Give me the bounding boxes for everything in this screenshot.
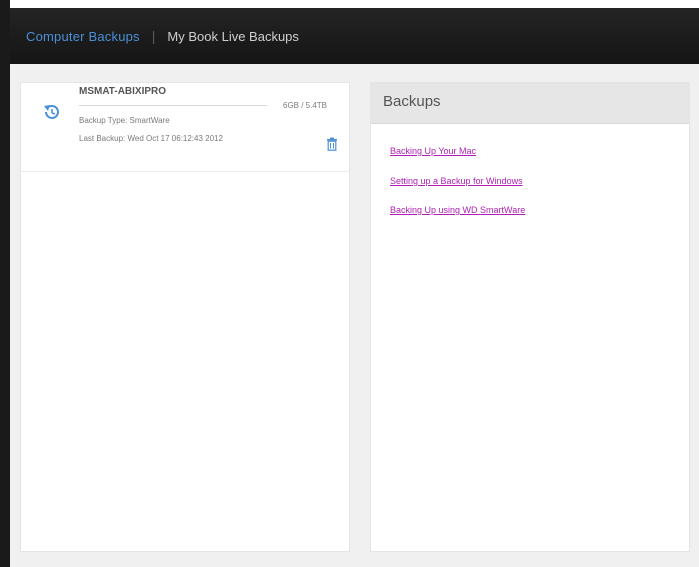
backup-type: Backup Type: SmartWare [79,116,170,125]
top-nav: Computer Backups | My Book Live Backups [10,8,699,64]
window: Computer Backups | My Book Live Backups … [0,0,699,567]
device-list-panel: MSMAT-ABIXIPRO 6GB / 5.4TB Backup Type: … [20,82,350,552]
tab-my-book-live-backups[interactable]: My Book Live Backups [167,29,299,44]
device-name: MSMAT-ABIXIPRO [79,86,167,97]
link-backup-smartware[interactable]: Backing Up using WD SmartWare [390,205,525,215]
trash-icon[interactable] [326,137,338,151]
backup-history-icon [41,101,63,123]
tab-computer-backups[interactable]: Computer Backups [26,29,140,44]
last-backup: Last Backup: Wed Oct 17 06:12:43 2012 [79,134,223,143]
window-edge [0,0,10,567]
link-backup-windows[interactable]: Setting up a Backup for Windows [390,176,523,186]
tab-separator: | [151,28,156,44]
usage-bar [79,105,267,106]
backups-panel-title: Backups [383,93,441,110]
device-size: 6GB / 5.4TB [283,101,328,110]
backups-panel-header: Backups [371,83,689,124]
link-backing-up-mac[interactable]: Backing Up Your Mac [390,146,476,156]
backups-help-panel: Backups Backing Up Your Mac Setting up a… [370,82,690,552]
device-card[interactable]: MSMAT-ABIXIPRO 6GB / 5.4TB Backup Type: … [21,83,349,172]
